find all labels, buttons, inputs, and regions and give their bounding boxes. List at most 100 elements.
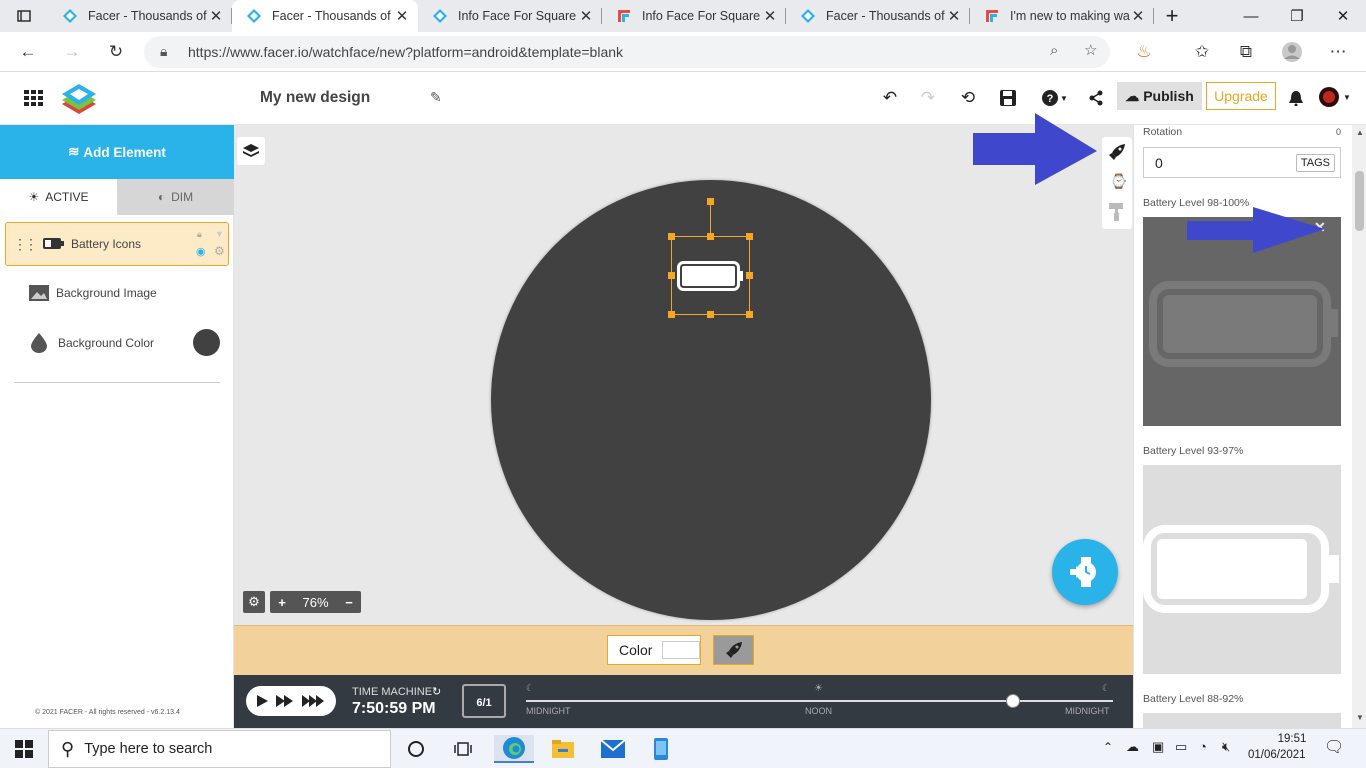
filter-icon[interactable]: ▼ [215, 229, 224, 239]
back-icon[interactable]: ← [14, 38, 42, 66]
undo-icon[interactable]: ↶ [878, 86, 902, 110]
onedrive-icon[interactable]: ☁ [1126, 739, 1139, 755]
close-icon[interactable]: ✕ [578, 7, 594, 25]
color-swatch[interactable] [193, 329, 220, 356]
close-icon[interactable]: ✕ [394, 7, 410, 25]
mail-icon[interactable] [593, 735, 633, 763]
tab-active[interactable]: ☀ ACTIVE [0, 179, 117, 215]
chevron-up-icon[interactable]: ⌃ [1103, 740, 1113, 754]
browser-tab[interactable]: I'm new to making wa ✕ [970, 0, 1154, 32]
battery-level-thumb[interactable] [1143, 465, 1341, 674]
clock-time[interactable]: 19:51 [1262, 733, 1322, 745]
redo-icon[interactable]: ↷ [916, 86, 940, 110]
taskbar-search[interactable]: ⚲ Type here to search [48, 730, 391, 768]
tab-actions-icon[interactable] [0, 0, 48, 32]
resize-handle[interactable] [707, 311, 714, 318]
notifications-icon[interactable]: 🗨︎ [1324, 737, 1344, 757]
phone-app-icon[interactable] [641, 735, 681, 763]
layers-toggle-button[interactable] [237, 137, 265, 165]
layer-battery-icons[interactable]: ⋮⋮ Battery Icons 🔒︎ ▼ ◉ ⚙ [5, 222, 229, 266]
resize-handle[interactable] [668, 311, 675, 318]
cortana-icon[interactable] [396, 735, 436, 763]
wifi-icon[interactable]: ◔ [1199, 739, 1207, 754]
refresh-icon[interactable]: ↻ [102, 38, 130, 66]
windows-start-icon[interactable] [4, 735, 44, 763]
resize-handle[interactable] [668, 272, 675, 279]
lock-icon[interactable]: 🔒︎ [197, 229, 202, 240]
notification-bell-icon[interactable] [1284, 86, 1308, 110]
time-slider-thumb[interactable] [1006, 694, 1021, 708]
color-swatch[interactable] [662, 641, 700, 659]
settings-gear-icon[interactable]: ⚙ [243, 591, 265, 613]
favorites-icon[interactable]: ✩ [1188, 38, 1216, 66]
add-element-button[interactable]: ≋ Add Element [0, 125, 234, 179]
scroll-down-icon[interactable]: ▼ [1356, 713, 1364, 722]
more-icon[interactable]: ⋯ [1324, 38, 1352, 66]
facer-logo[interactable] [60, 80, 98, 121]
eye-icon[interactable]: ◉ [196, 245, 206, 258]
volume-muted-icon[interactable]: 🔇︎ [1222, 739, 1230, 755]
scrollbar-thumb[interactable] [1355, 171, 1364, 231]
design-canvas[interactable]: ⌚ ⚙ + 76% − [234, 113, 1133, 625]
scroll-up-icon[interactable]: ▲ [1356, 128, 1364, 137]
close-icon[interactable]: ✕ [762, 7, 778, 25]
zoom-in-icon[interactable]: + [270, 595, 294, 610]
extension-icon[interactable]: ♨ [1130, 38, 1158, 66]
close-icon[interactable]: ✕ [208, 7, 224, 25]
preview-watch-button[interactable] [1052, 539, 1118, 605]
resize-handle[interactable] [746, 233, 753, 240]
color-picker[interactable]: Color [607, 635, 701, 665]
new-tab-button[interactable]: + [1156, 0, 1188, 32]
layer-background-color[interactable]: Background Color [5, 321, 229, 365]
help-icon[interactable]: ? ▼ [1040, 86, 1070, 110]
apps-grid-icon[interactable] [24, 90, 44, 109]
upgrade-button[interactable]: Upgrade [1206, 82, 1276, 110]
zoom-icon[interactable]: ⌕ [1050, 42, 1058, 59]
fastest-forward-icon[interactable] [301, 694, 327, 708]
restore-icon[interactable]: ❐ [1274, 0, 1320, 32]
close-icon[interactable]: ✕ [946, 7, 962, 25]
publish-button[interactable]: ☁ Publish [1117, 82, 1202, 110]
scrollbar[interactable]: ▲ ▼ [1352, 125, 1366, 728]
rotation-handle[interactable] [707, 198, 714, 205]
resize-handle[interactable] [707, 233, 714, 240]
tab-dim[interactable]: ◐ DIM [117, 179, 234, 215]
battery-level-thumb[interactable] [1143, 713, 1341, 728]
rocket-toggle-button[interactable] [713, 635, 754, 665]
fast-forward-icon[interactable] [275, 694, 295, 708]
address-bar[interactable]: 🔒︎ https://www.facer.io/watchface/new?pl… [144, 36, 1110, 68]
meet-now-icon[interactable]: ▣ [1152, 739, 1164, 755]
browser-tab-active[interactable]: Facer - Thousands of F ✕ [232, 0, 418, 32]
gear-icon[interactable]: ⚙ [214, 244, 225, 258]
browser-tab[interactable]: Info Face For Square W ✕ [602, 0, 786, 32]
close-icon[interactable]: ✕ [1130, 7, 1146, 25]
layer-background-image[interactable]: Background Image [5, 271, 229, 315]
browser-tab[interactable]: Info Face For Square W ✕ [418, 0, 602, 32]
close-window-icon[interactable]: ✕ [1320, 0, 1366, 32]
tags-button[interactable]: TAGS [1295, 153, 1335, 172]
battery-icon[interactable] [677, 261, 745, 293]
browser-tab[interactable]: Facer - Thousands of F ✕ [786, 0, 970, 32]
edit-pencil-icon[interactable]: ✎ [430, 89, 442, 106]
save-icon[interactable] [996, 86, 1020, 110]
edge-browser-icon[interactable] [494, 735, 534, 763]
watch-icon[interactable]: ⌚ [1110, 173, 1127, 190]
forward-icon[interactable]: → [58, 38, 86, 66]
drag-handle-icon[interactable]: ⋮⋮ [13, 236, 38, 253]
reset-time-icon[interactable]: ↻ [432, 685, 441, 698]
clock-date[interactable]: 01/06/2021 [1248, 749, 1306, 761]
minimize-icon[interactable]: — [1228, 0, 1274, 32]
resize-handle[interactable] [668, 233, 675, 240]
paint-roller-icon[interactable] [1109, 203, 1125, 224]
browser-tab[interactable]: Facer - Thousands of F ✕ [48, 0, 232, 32]
resize-handle[interactable] [746, 311, 753, 318]
battery-status-icon[interactable]: ▭ [1175, 739, 1187, 755]
user-avatar[interactable]: ▼ [1318, 85, 1354, 109]
profile-icon[interactable] [1278, 38, 1306, 66]
file-explorer-icon[interactable] [543, 735, 583, 763]
rotation-input[interactable]: 0 TAGS [1143, 147, 1341, 178]
task-view-icon[interactable] [444, 735, 484, 763]
resize-handle[interactable] [746, 272, 753, 279]
lock-icon[interactable]: 🔒︎ [160, 43, 167, 60]
share-icon[interactable] [1084, 86, 1108, 110]
